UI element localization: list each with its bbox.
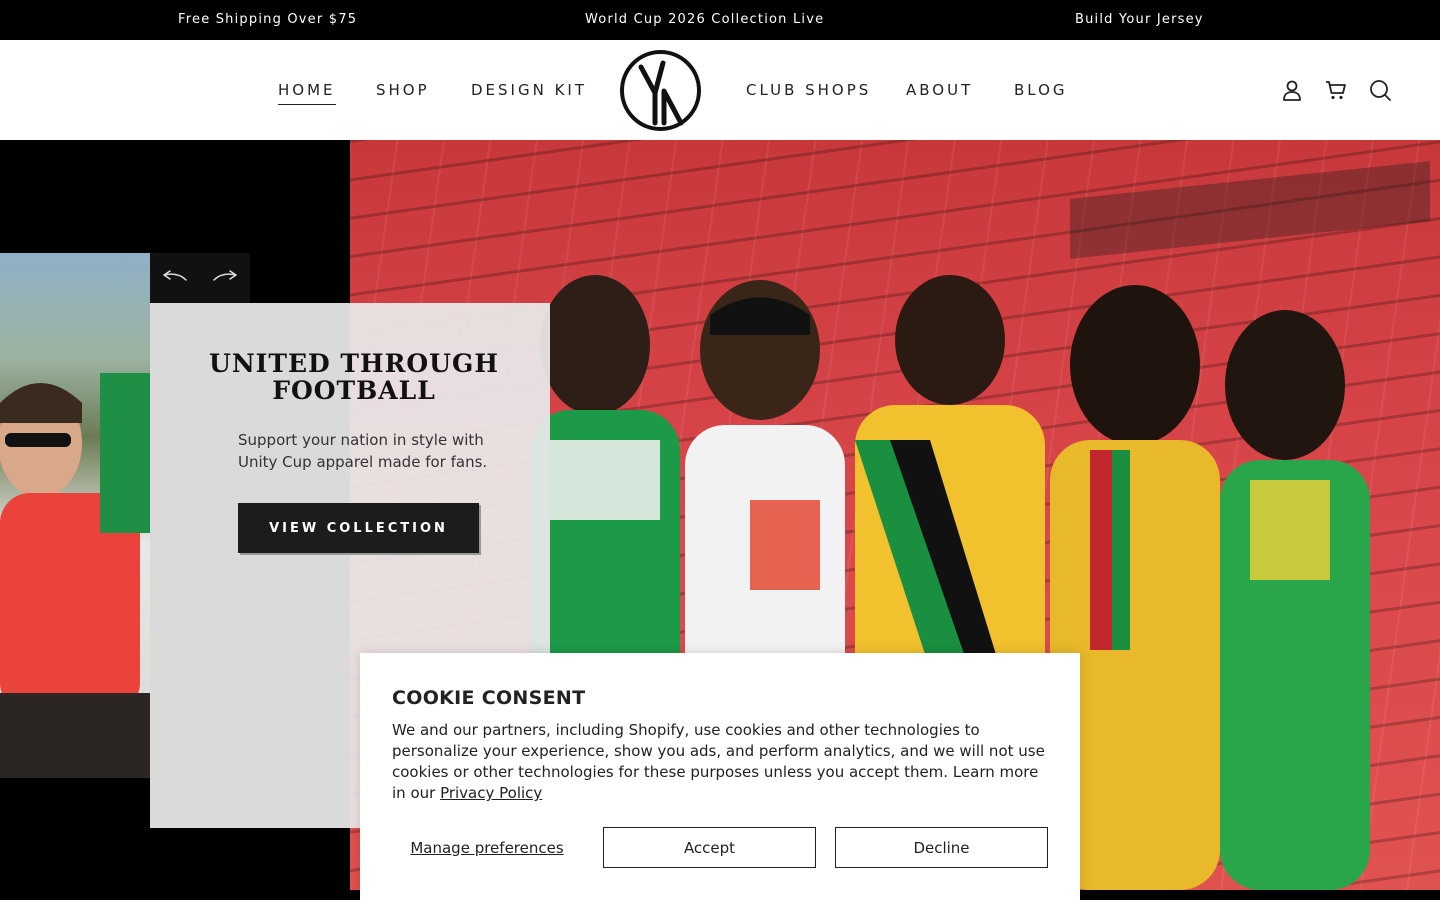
hero-subtitle: Support your nation in style with Unity … bbox=[238, 431, 488, 471]
accept-cookies-button[interactable]: Accept bbox=[603, 827, 816, 868]
announcement-free-shipping[interactable]: Free Shipping Over $75 bbox=[178, 12, 357, 27]
account-icon[interactable] bbox=[1280, 78, 1304, 102]
privacy-policy-link[interactable]: Privacy Policy bbox=[440, 784, 542, 802]
site-header: HOME SHOP DESIGN KIT CLUB SHOPS ABOUT BL… bbox=[0, 40, 1440, 140]
nav-club-shops[interactable]: CLUB SHOPS bbox=[746, 81, 871, 99]
cookie-consent-text: We and our partners, including Shopify, … bbox=[392, 720, 1052, 804]
nav-blog[interactable]: BLOG bbox=[1014, 81, 1068, 99]
view-collection-button[interactable]: VIEW COLLECTION bbox=[238, 503, 479, 553]
slider-prev-button[interactable] bbox=[150, 253, 200, 303]
nav-home[interactable]: HOME bbox=[278, 81, 336, 105]
announcement-bar: Free Shipping Over $75 World Cup 2026 Co… bbox=[0, 0, 1440, 40]
search-icon[interactable] bbox=[1368, 78, 1392, 102]
hero-title: UNITED THROUGH FOOTBALL bbox=[209, 349, 499, 405]
arrow-left-icon bbox=[163, 269, 187, 281]
manage-preferences-button[interactable]: Manage preferences bbox=[392, 827, 582, 868]
arrow-right-icon bbox=[213, 269, 237, 281]
nav-about[interactable]: ABOUT bbox=[906, 81, 973, 99]
slider-controls bbox=[150, 253, 250, 303]
announcement-build-jersey[interactable]: Build Your Jersey bbox=[1075, 12, 1204, 27]
nav-design-kit[interactable]: DESIGN KIT bbox=[471, 81, 587, 99]
decline-cookies-button[interactable]: Decline bbox=[835, 827, 1048, 868]
cart-icon[interactable] bbox=[1324, 78, 1348, 102]
brand-logo[interactable] bbox=[619, 49, 702, 132]
side-slide-image bbox=[0, 253, 150, 778]
slider-next-button[interactable] bbox=[200, 253, 250, 303]
announcement-world-cup[interactable]: World Cup 2026 Collection Live bbox=[585, 12, 824, 27]
cookie-consent-banner: COOKIE CONSENT We and our partners, incl… bbox=[360, 653, 1080, 900]
cookie-consent-title: COOKIE CONSENT bbox=[392, 687, 586, 709]
nav-shop[interactable]: SHOP bbox=[376, 81, 430, 99]
